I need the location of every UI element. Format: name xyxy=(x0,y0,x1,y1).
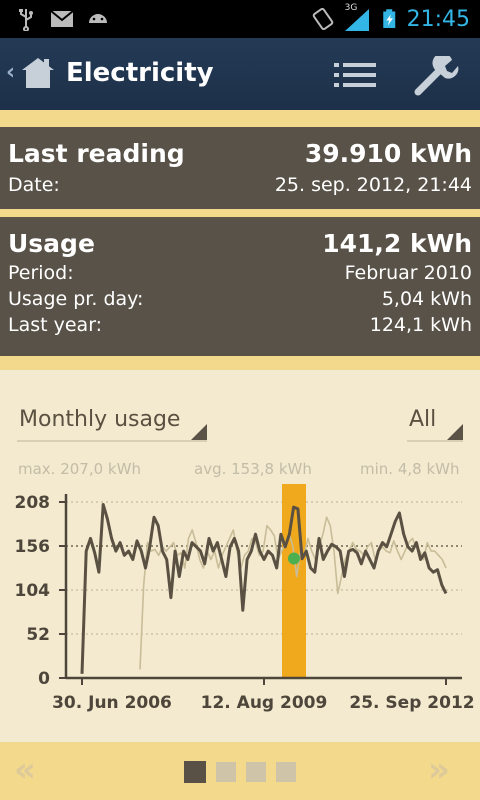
usage-chart[interactable]: 0 52 104 156 208 30. Jun 2006 12. Aug 2009 25. … xyxy=(0,482,480,722)
last-reading-panel: Last reading 39.910 kWh Date: 25. sep. 2… xyxy=(0,127,480,209)
prev-page-icon[interactable]: « xyxy=(14,750,36,790)
next-page-icon[interactable]: » xyxy=(428,750,450,790)
divider-stripe xyxy=(0,209,480,217)
status-bar: 3G 21:45 xyxy=(0,0,480,38)
pager-footer: « » xyxy=(0,742,480,800)
wrench-icon[interactable] xyxy=(414,56,460,96)
page-dot-active[interactable] xyxy=(184,761,206,783)
x-tick-label: 12. Aug 2009 xyxy=(201,693,328,713)
last-reading-label: Last reading xyxy=(8,139,185,168)
period-label: Period: xyxy=(8,262,74,284)
y-tick-label: 156 xyxy=(15,537,51,557)
y-tick-label: 52 xyxy=(26,625,50,645)
dropdown-triangle-icon xyxy=(191,424,207,440)
per-day-value: 5,04 kWh xyxy=(381,288,472,310)
home-icon[interactable] xyxy=(20,56,56,90)
x-tick-label: 30. Jun 2006 xyxy=(52,693,172,713)
per-day-label: Usage pr. day: xyxy=(8,288,144,310)
period-value: Februar 2010 xyxy=(344,262,472,284)
usage-value: 141,2 kWh xyxy=(322,229,472,258)
range-selected: All xyxy=(409,407,437,432)
page-dot[interactable] xyxy=(246,762,266,782)
chart-type-dropdown[interactable]: Monthly usage xyxy=(17,404,207,442)
series-line xyxy=(80,503,448,674)
last-year-label: Last year: xyxy=(8,314,103,336)
usb-icon xyxy=(19,9,33,31)
page-dot[interactable] xyxy=(276,762,296,782)
divider-stripe xyxy=(0,356,480,370)
signal-3g-icon: 3G xyxy=(343,3,373,33)
x-tick-label: 25. Sep 2012 xyxy=(349,693,474,713)
app-title: Electricity xyxy=(66,58,214,88)
date-value: 25. sep. 2012, 21:44 xyxy=(274,174,472,196)
last-year-value: 124,1 kWh xyxy=(369,314,472,336)
y-tick-label: 104 xyxy=(15,581,51,601)
max-stat: max. 207,0 kWh xyxy=(18,460,141,478)
usage-label: Usage xyxy=(8,229,95,258)
y-tick-label: 208 xyxy=(15,493,51,513)
chart-lines xyxy=(80,503,448,674)
usage-panel: Usage 141,2 kWh Period: Februar 2010 Usa… xyxy=(0,217,480,356)
last-reading-value: 39.910 kWh xyxy=(304,139,472,168)
y-tick-label: 0 xyxy=(38,669,50,689)
clock: 21:45 xyxy=(406,6,470,32)
chart-type-selected: Monthly usage xyxy=(19,407,181,432)
min-stat: min. 4,8 kWh xyxy=(360,460,460,478)
page-indicator xyxy=(184,761,296,783)
dropdown-triangle-icon xyxy=(447,424,463,440)
avg-stat: avg. 153,8 kWh xyxy=(194,460,312,478)
selected-point xyxy=(288,552,300,565)
page-dot[interactable] xyxy=(216,762,236,782)
action-bar: ‹ Electricity xyxy=(0,38,480,110)
android-debug-icon xyxy=(89,14,107,23)
gmail-icon xyxy=(50,10,74,27)
divider-stripe xyxy=(0,110,480,127)
list-icon[interactable] xyxy=(334,60,376,90)
rotation-lock-icon xyxy=(312,7,333,31)
battery-charging-icon xyxy=(382,9,395,28)
back-chevron-icon[interactable]: ‹ xyxy=(6,60,15,85)
date-label: Date: xyxy=(8,174,60,196)
range-dropdown[interactable]: All xyxy=(407,404,463,442)
